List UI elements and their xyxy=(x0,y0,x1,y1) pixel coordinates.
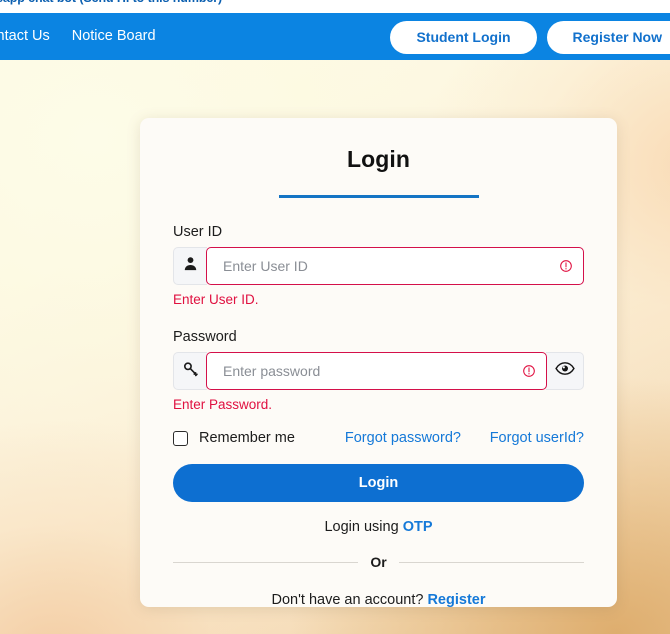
register-prefix-text: Don't have an account? xyxy=(271,592,424,608)
key-icon-box xyxy=(173,352,207,390)
user-id-row xyxy=(173,247,584,285)
top-navbar: Contact Us Notice Board Student Login Re… xyxy=(0,13,670,60)
whatsapp-banner-strip: sapp chat bot (Send Hi to this number) xyxy=(0,0,670,13)
navbar-buttons: Student Login Register Now xyxy=(390,21,670,54)
password-input[interactable] xyxy=(207,353,546,389)
or-divider: Or xyxy=(173,554,584,570)
student-login-button[interactable]: Student Login xyxy=(390,21,537,54)
user-id-label: User ID xyxy=(173,224,223,240)
user-id-error-icon xyxy=(559,259,573,273)
title-underline xyxy=(278,195,479,198)
eye-icon xyxy=(554,361,575,381)
user-icon-box xyxy=(173,247,207,285)
page-title: Login xyxy=(346,146,411,172)
otp-link[interactable]: OTP xyxy=(403,519,433,535)
user-id-input[interactable] xyxy=(207,248,583,284)
divider-rule-left xyxy=(173,561,359,563)
options-row: Remember me Forgot password? Forgot user… xyxy=(173,430,584,446)
checkbox-box[interactable] xyxy=(173,430,188,446)
password-error-text: Enter Password. xyxy=(173,397,273,412)
password-label: Password xyxy=(173,329,237,345)
forgot-password-link[interactable]: Forgot password? xyxy=(345,430,461,446)
remember-me-checkbox[interactable]: Remember me xyxy=(173,430,295,446)
navbar-links: Contact Us Notice Board xyxy=(0,29,156,44)
or-text: Or xyxy=(370,554,387,570)
key-icon xyxy=(182,360,199,382)
otp-prefix-text: Login using xyxy=(324,519,399,535)
user-id-error-text: Enter User ID. xyxy=(173,292,259,307)
user-id-input-wrap xyxy=(206,247,584,285)
register-link[interactable]: Register xyxy=(427,592,485,608)
register-now-button[interactable]: Register Now xyxy=(546,21,670,54)
user-icon xyxy=(183,256,198,276)
register-row: Don't have an account? Register xyxy=(162,592,595,608)
password-input-wrap xyxy=(206,352,547,390)
password-error-icon xyxy=(522,364,536,378)
banner-clipped-text: sapp chat bot (Send Hi to this number) xyxy=(0,0,222,5)
login-card: Login User ID Enter User ID. Pa xyxy=(140,118,617,608)
nav-link-contact-us[interactable]: Contact Us xyxy=(0,29,50,44)
divider-rule-right xyxy=(398,561,584,563)
otp-row: Login using OTP xyxy=(162,519,595,535)
password-visibility-toggle[interactable] xyxy=(546,352,584,390)
password-row xyxy=(173,352,584,390)
nav-link-notice-board[interactable]: Notice Board xyxy=(72,29,156,44)
login-button[interactable]: Login xyxy=(173,464,584,502)
remember-me-label: Remember me xyxy=(199,430,295,446)
forgot-userid-link[interactable]: Forgot userId? xyxy=(490,430,584,446)
